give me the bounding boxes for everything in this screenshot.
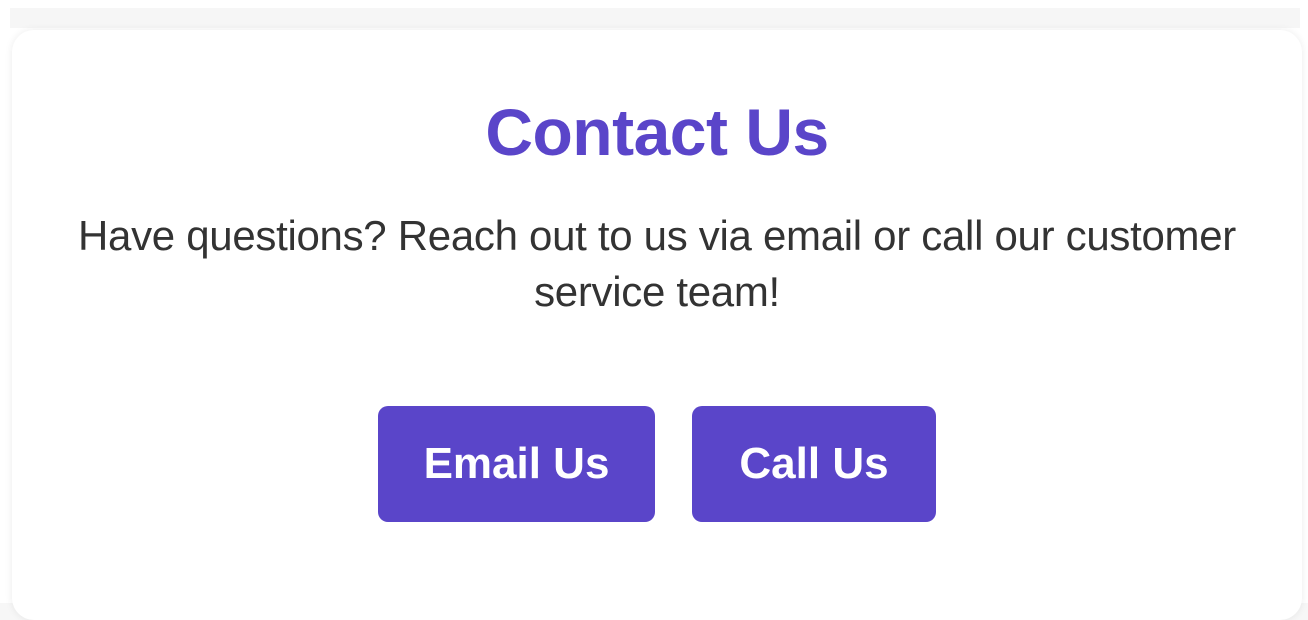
- page: Contact Us Have questions? Reach out to …: [0, 0, 1308, 620]
- contact-actions: Email Us Call Us: [12, 406, 1302, 524]
- email-us-button[interactable]: Email Us: [378, 406, 655, 522]
- page-title: Contact Us: [485, 95, 829, 169]
- contact-description: Have questions? Reach out to us via emai…: [78, 212, 1236, 315]
- call-us-button[interactable]: Call Us: [692, 406, 936, 522]
- top-strip: [10, 8, 1300, 28]
- contact-card: Contact Us Have questions? Reach out to …: [12, 30, 1302, 620]
